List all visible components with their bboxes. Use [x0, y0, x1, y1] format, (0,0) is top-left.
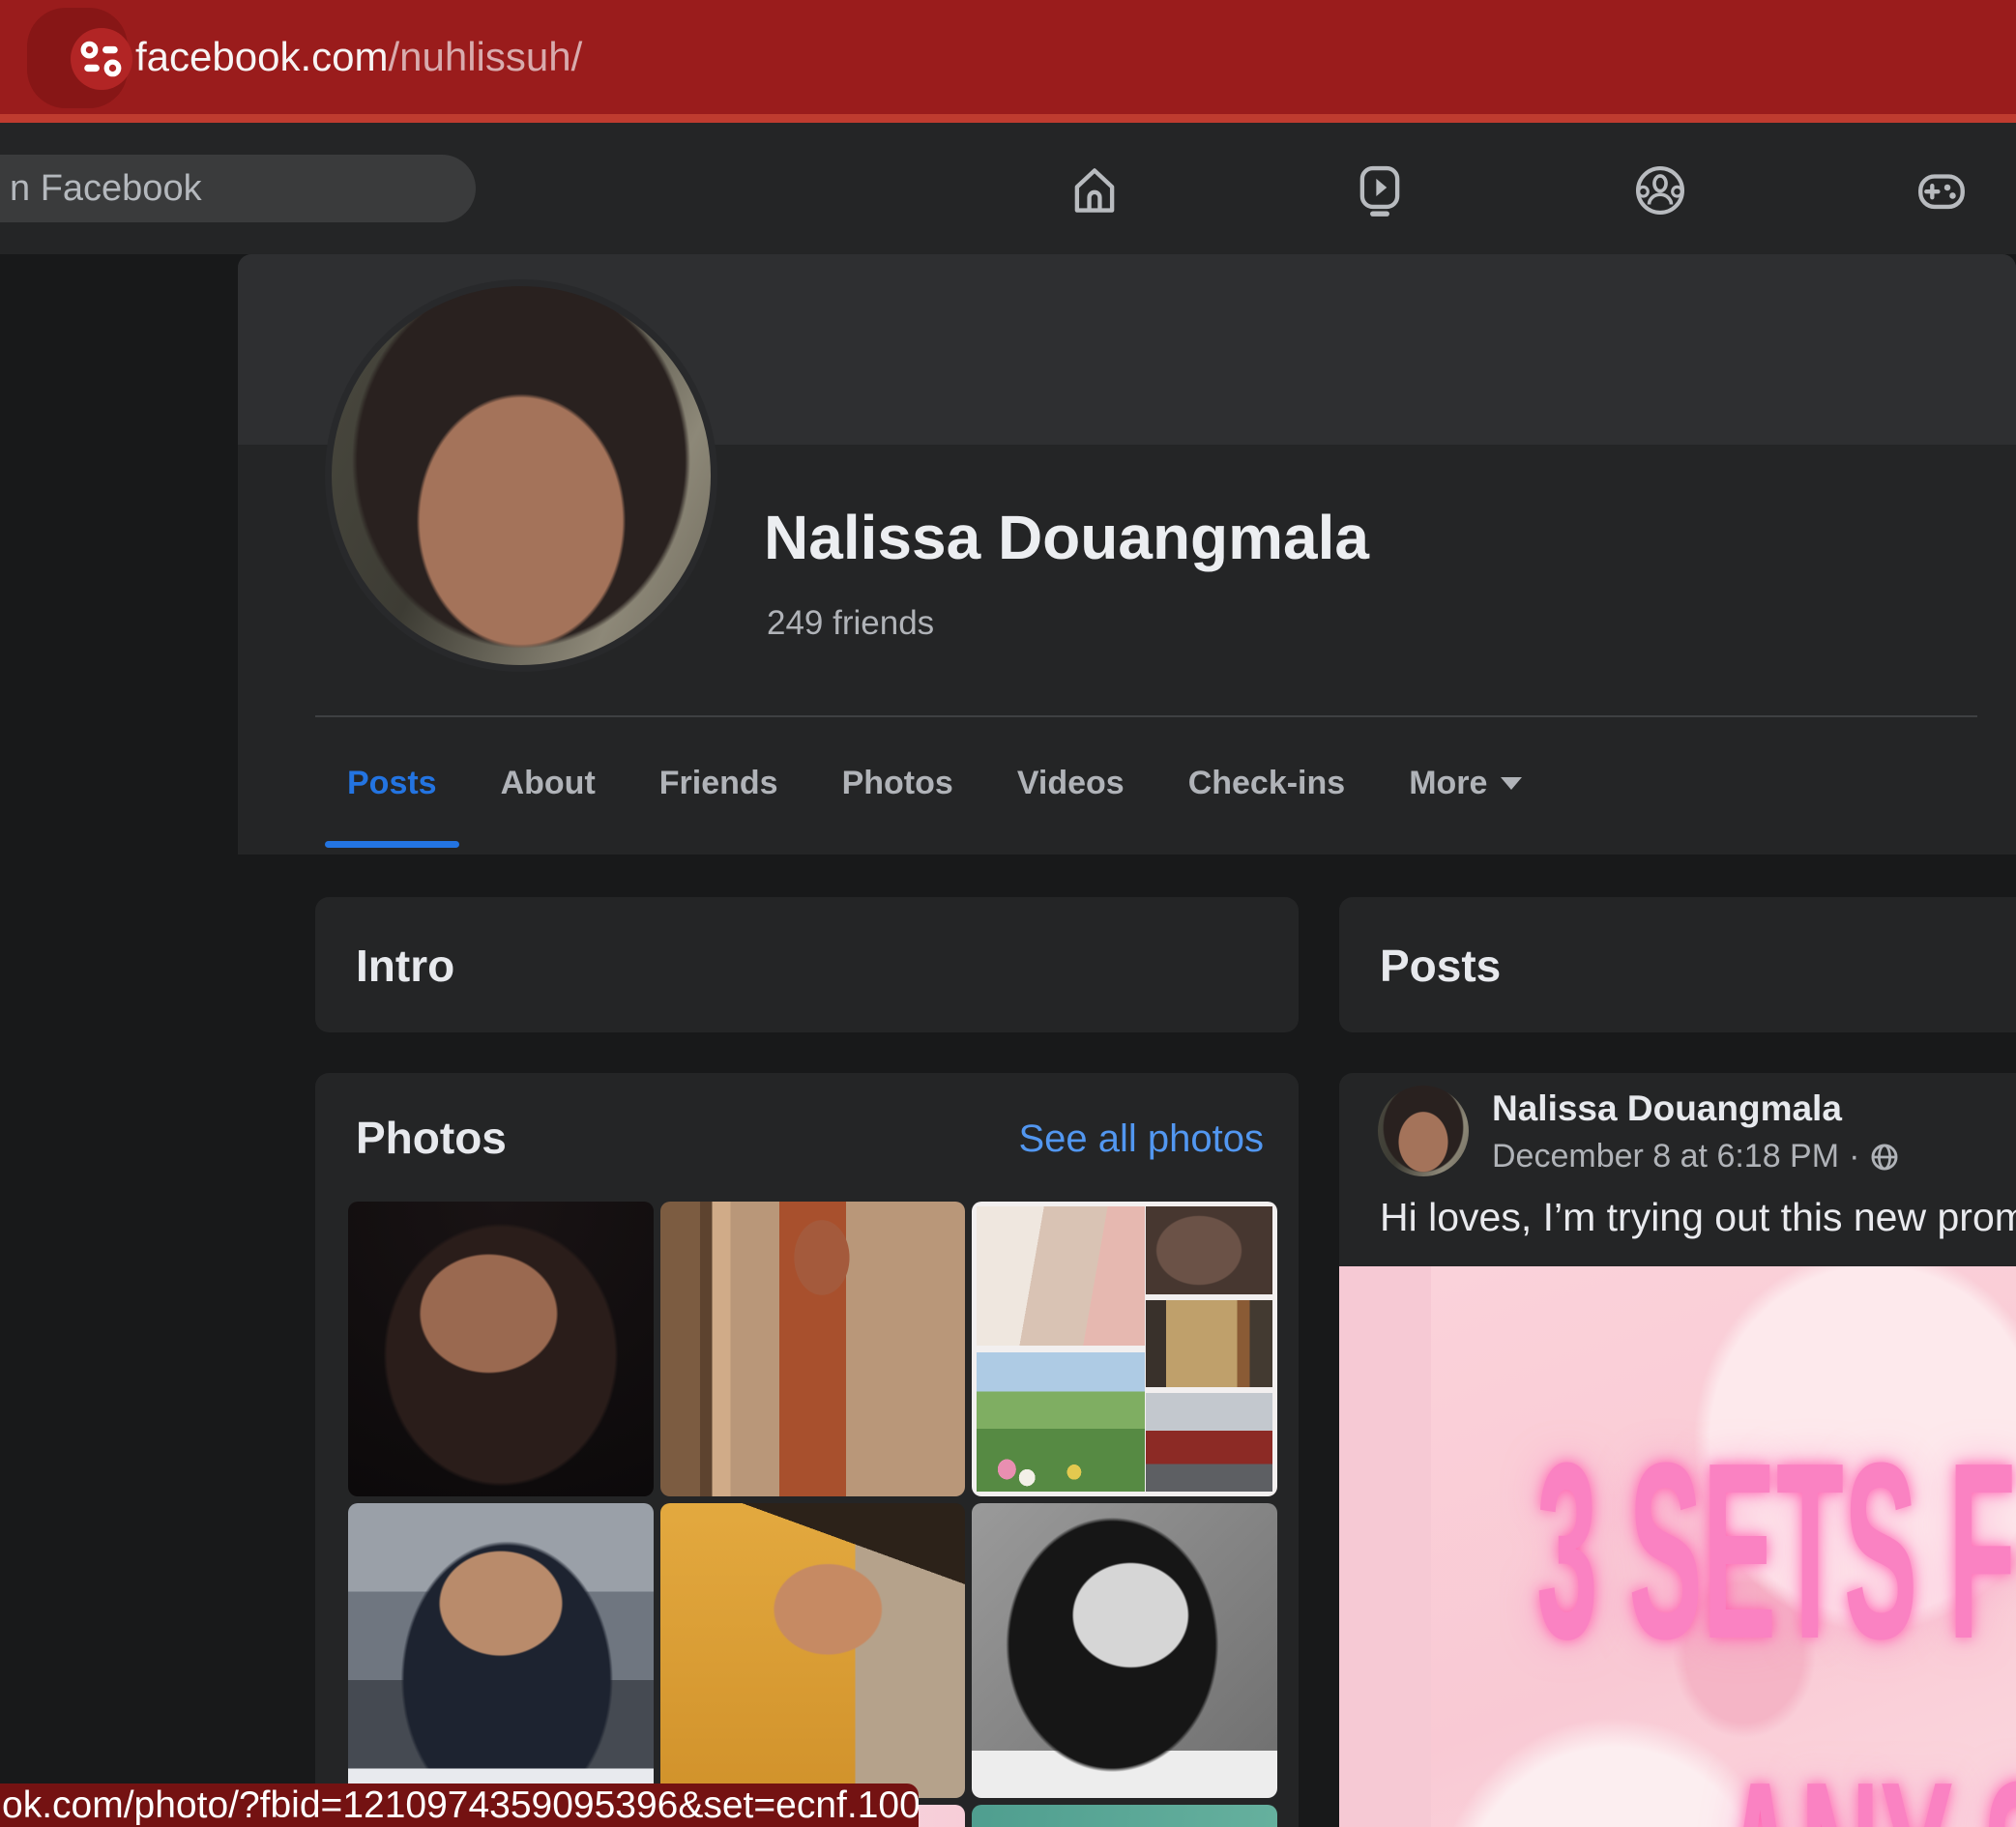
promo-text-line1: 3 SETS F [1536, 1426, 2016, 1677]
url-host: facebook.com [135, 34, 388, 80]
browser-profile-chip[interactable] [27, 8, 128, 108]
link-preview-status-bar: ok.com/photo/?fbid=1210974359095396&set=… [0, 1784, 919, 1827]
post-promo-image[interactable]: 3 SETS F ANY S [1339, 1266, 2016, 1827]
intro-title: Intro [356, 940, 454, 992]
facebook-profile-page: facebook.com/nuhlissuh/ n Facebook [0, 0, 2016, 1827]
collage-cemetery [977, 1352, 1145, 1493]
post-text: Hi loves, I’m trying out this new promo … [1380, 1195, 2016, 1240]
collage-red-car [1146, 1393, 1272, 1492]
profile-picture[interactable] [325, 279, 717, 672]
home-icon[interactable] [1066, 161, 1124, 219]
tab-photos[interactable]: Photos [810, 719, 985, 848]
active-tab-underline [325, 841, 459, 848]
promo-text-line2: ANY S [1720, 1745, 2016, 1827]
tab-more[interactable]: More [1377, 719, 1554, 848]
photo-thumbnail[interactable] [660, 1202, 966, 1496]
friends-count[interactable]: 249 friends [767, 604, 934, 643]
photo-thumbnail[interactable] [972, 1805, 1277, 1827]
profile-tabs: Posts About Friends Photos Videos Check-… [315, 719, 1554, 848]
photo-thumbnail[interactable] [348, 1503, 654, 1798]
photo-thumbnail[interactable] [348, 1202, 654, 1496]
photo-thumbnail[interactable] [972, 1503, 1277, 1798]
promo-left-margin [1339, 1266, 1431, 1827]
collage-couple [977, 1206, 1145, 1347]
facebook-header: n Facebook [0, 123, 2016, 254]
search-text: n Facebook [10, 168, 202, 210]
divider [315, 715, 1977, 717]
intro-card: Intro [315, 897, 1299, 1032]
globe-icon [1869, 1142, 1900, 1173]
profile-header-card: Nalissa Douangmala 249 friends Posts Abo… [238, 254, 2016, 855]
post-author-name[interactable]: Nalissa Douangmala [1492, 1088, 1842, 1129]
tab-videos[interactable]: Videos [985, 719, 1156, 848]
groups-icon[interactable] [1631, 161, 1689, 219]
photos-title: Photos [356, 1112, 507, 1164]
chevron-down-icon [1501, 777, 1522, 790]
post-timestamp: December 8 at 6:18 PM [1492, 1138, 1839, 1175]
tab-about[interactable]: About [469, 719, 628, 848]
posts-title: Posts [1380, 940, 1501, 992]
photo-grid [348, 1202, 1277, 1827]
watch-icon[interactable] [1351, 161, 1409, 219]
post-meta[interactable]: December 8 at 6:18 PM · [1492, 1138, 1900, 1175]
status-url-text: ok.com/photo/?fbid=1210974359095396&set=… [0, 1784, 919, 1827]
gaming-icon[interactable] [1913, 161, 1971, 219]
post-author-avatar[interactable] [1378, 1086, 1469, 1176]
posts-section-card: Posts [1339, 897, 2016, 1032]
post-card: Nalissa Douangmala December 8 at 6:18 PM… [1339, 1073, 2016, 1827]
search-input[interactable]: n Facebook [0, 155, 476, 222]
photos-card: Photos See all photos [315, 1073, 1299, 1827]
tune-icon [71, 28, 132, 90]
tab-checkins[interactable]: Check-ins [1156, 719, 1378, 848]
collage-sloth-plush [1146, 1300, 1272, 1387]
tab-posts[interactable]: Posts [315, 719, 469, 848]
photo-thumbnail[interactable] [972, 1202, 1277, 1496]
meta-separator: · [1849, 1138, 1859, 1175]
collage-puppy [1146, 1206, 1272, 1295]
browser-address-bar[interactable]: facebook.com/nuhlissuh/ [0, 0, 2016, 123]
url-text[interactable]: facebook.com/nuhlissuh/ [135, 0, 582, 114]
url-path: /nuhlissuh/ [388, 34, 582, 80]
photo-thumbnail[interactable] [660, 1503, 966, 1798]
see-all-photos-link[interactable]: See all photos [1018, 1117, 1264, 1161]
page-title: Nalissa Douangmala [764, 502, 1369, 573]
tab-friends[interactable]: Friends [628, 719, 810, 848]
